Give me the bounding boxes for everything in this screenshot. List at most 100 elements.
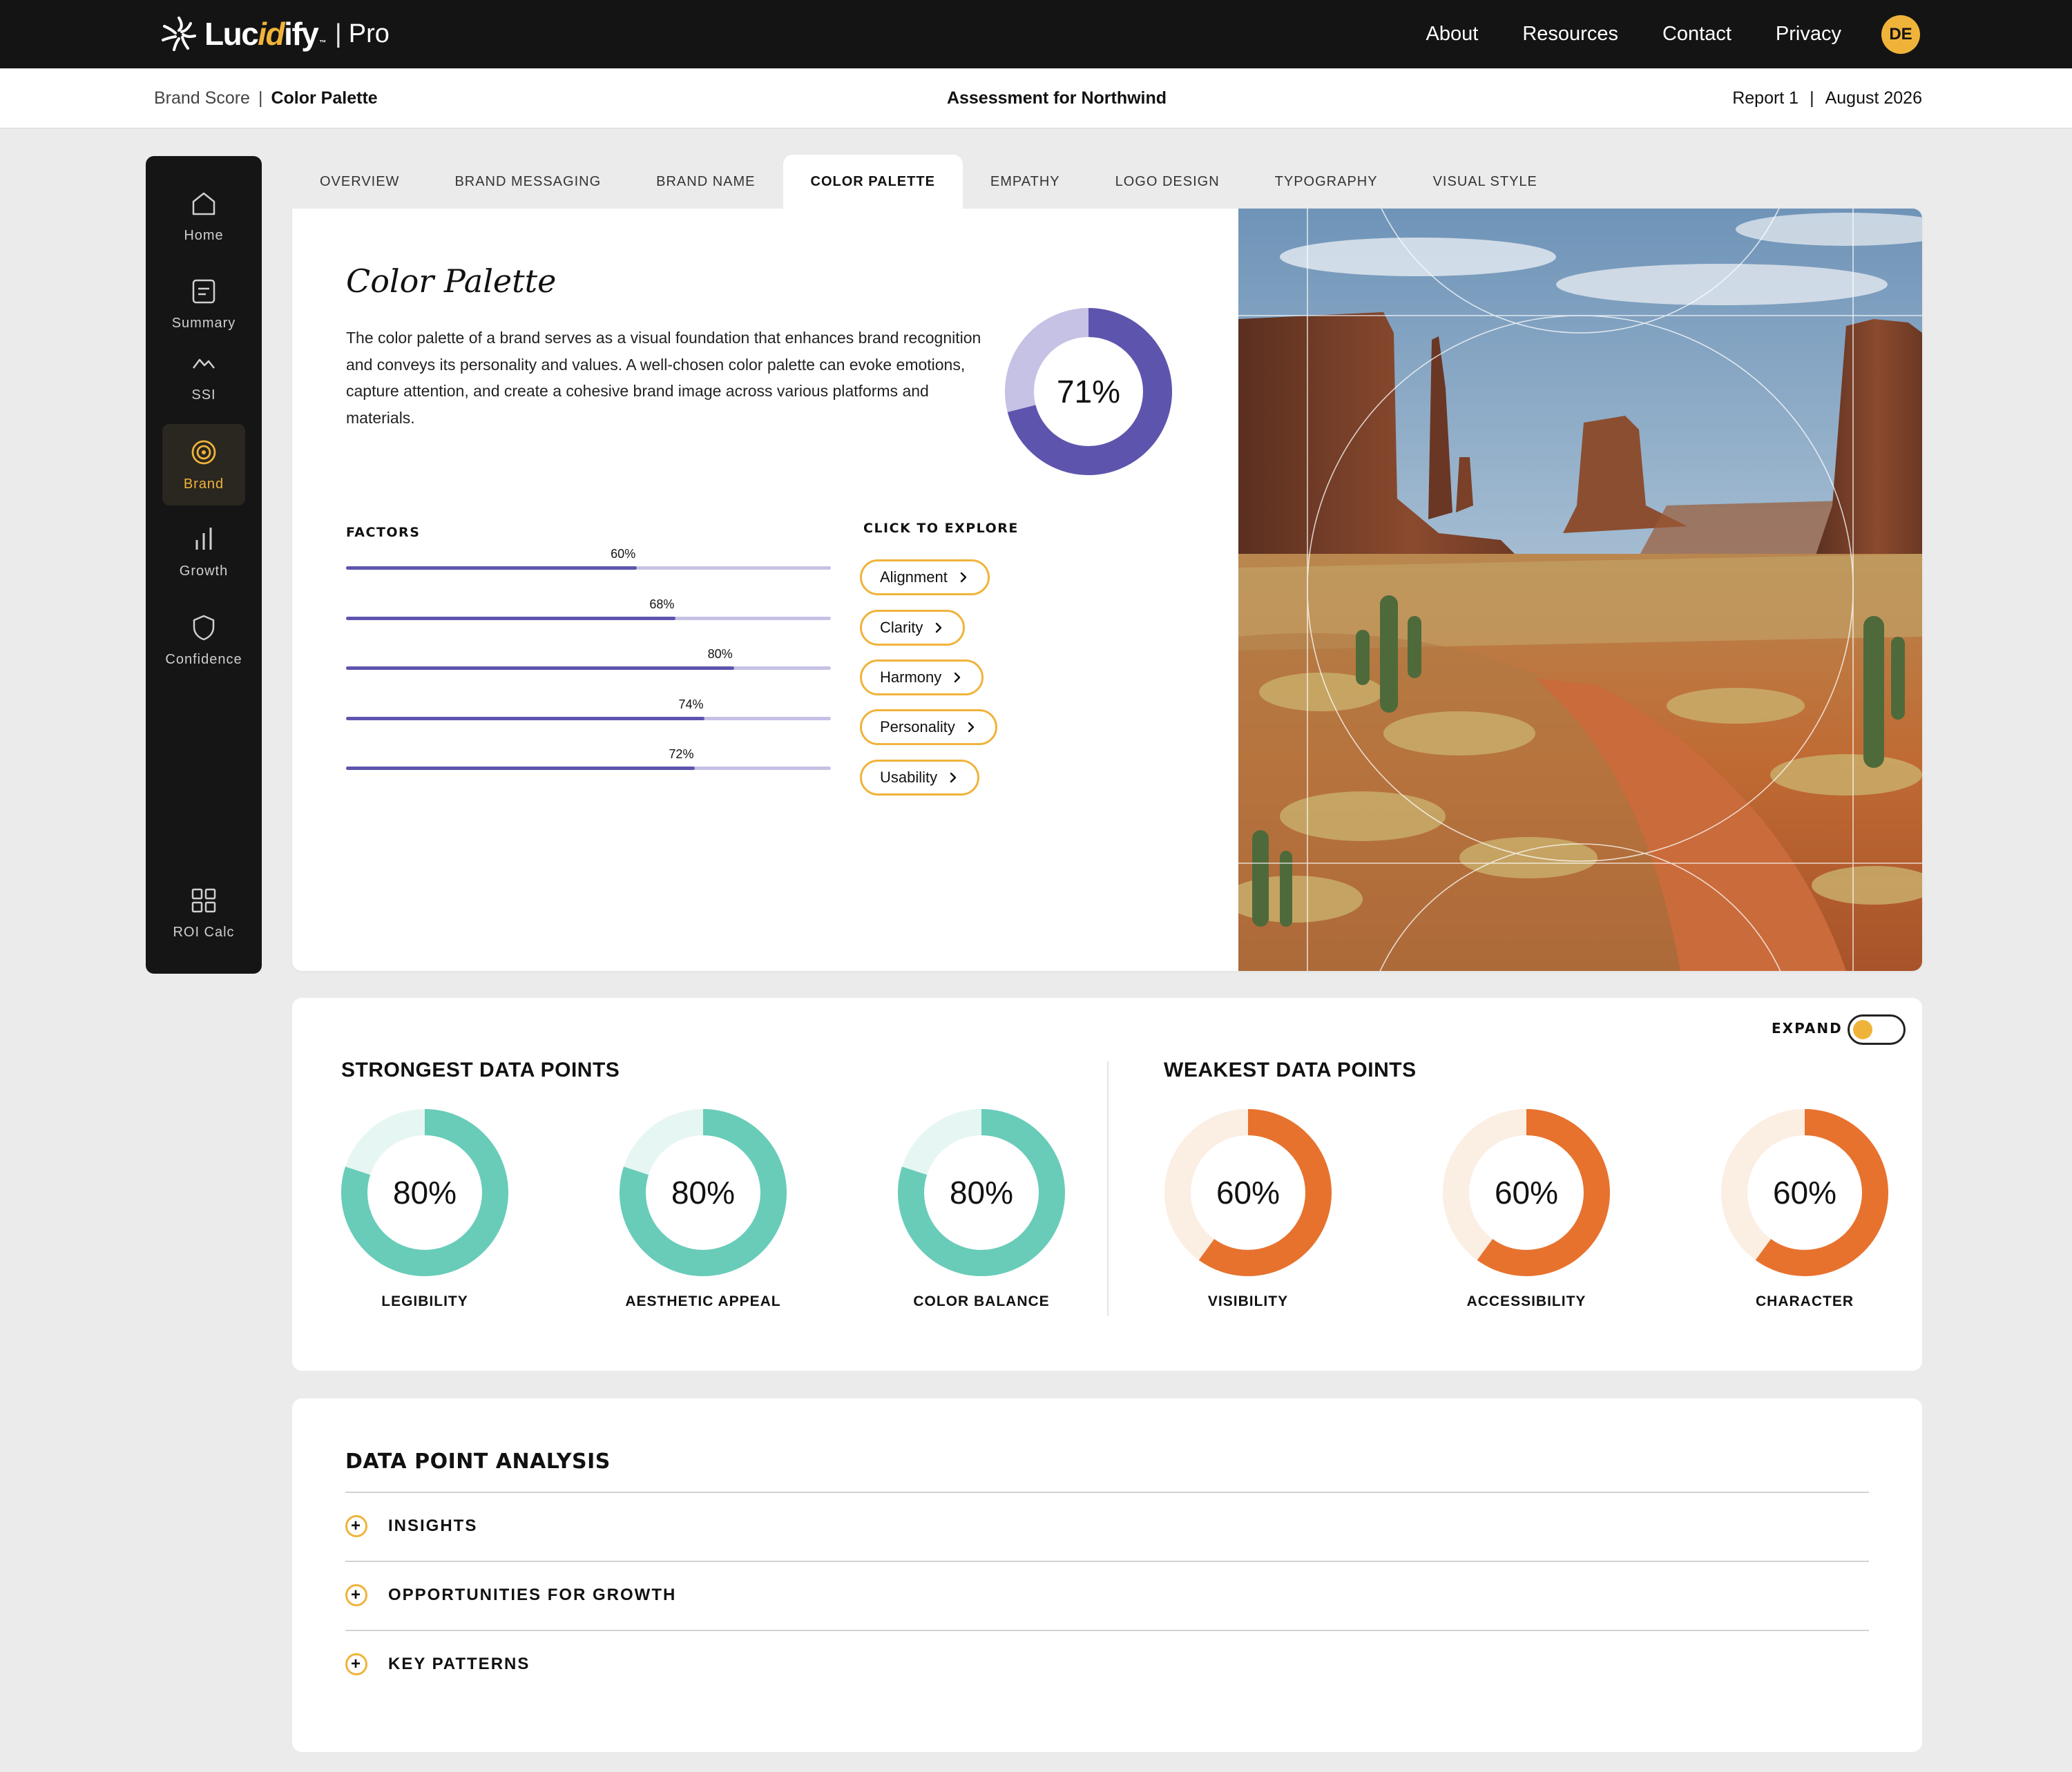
factor-bar: 60% [346, 542, 831, 570]
factor-bar-fill [346, 566, 637, 570]
chevron-right-icon [955, 672, 961, 683]
tab-logo-design[interactable]: LOGO DESIGN [1088, 155, 1247, 209]
sidebar-item-label: Confidence [165, 651, 242, 667]
data-point-character[interactable]: 60% CHARACTER [1720, 1108, 1889, 1309]
explore-clarity-button[interactable]: Clarity [860, 610, 966, 646]
data-point-analysis-card: DATA POINT ANALYSIS + INSIGHTS + OPPORTUNI… [292, 1398, 1922, 1752]
report-info: Report 1 | August 2026 [1732, 68, 1922, 128]
plus-circle-icon: + [345, 1515, 367, 1537]
nav-link-contact[interactable]: Contact [1662, 23, 1732, 46]
section-description: The color palette of a brand serves as a… [346, 329, 981, 427]
chevron-right-icon [936, 622, 942, 633]
section-title: Color Palette [346, 262, 557, 300]
factor-bar-fill [346, 666, 734, 670]
sidebar-item-home[interactable]: Home [162, 175, 245, 257]
nav-link-resources[interactable]: Resources [1522, 23, 1618, 46]
tab-visual-style[interactable]: VISUAL STYLE [1406, 155, 1565, 209]
divider [345, 1492, 1869, 1493]
user-avatar[interactable]: DE [1881, 15, 1920, 54]
logo-mark-icon [162, 17, 196, 51]
brand-logo[interactable]: Lucidify ™ | Pro [157, 10, 390, 58]
data-point-value: 80% [949, 1175, 1014, 1211]
sidebar-item-brand[interactable]: Brand [162, 424, 245, 505]
sidebar: Home Summary SSI Brand Growth Confidence… [146, 156, 262, 974]
data-point-value: 60% [1216, 1175, 1280, 1211]
accordion-label: KEY PATTERNS [388, 1655, 530, 1673]
sidebar-item-confidence[interactable]: Confidence [162, 599, 245, 681]
divider [345, 1630, 1869, 1631]
top-nav-links: About Resources Contact Privacy DE [1382, 0, 1920, 68]
plus-circle-icon: + [345, 1584, 367, 1606]
sidebar-item-label: Growth [179, 563, 229, 579]
accordion-insights[interactable]: + INSIGHTS [345, 1492, 477, 1561]
accordion-label: INSIGHTS [388, 1516, 478, 1535]
desert-landscape-image [1238, 209, 1922, 971]
tab-brand-name[interactable]: BRAND NAME [629, 155, 783, 209]
expand-toggle[interactable] [1848, 1014, 1906, 1045]
target-icon [191, 440, 216, 464]
explore-harmony-button[interactable]: Harmony [860, 659, 984, 695]
factor-bar-fill [346, 717, 705, 720]
report-label: Report 1 [1732, 88, 1799, 108]
column-divider [1107, 1061, 1109, 1316]
accordion-opportunities[interactable]: + OPPORTUNITIES FOR GROWTH [345, 1561, 676, 1630]
overall-score-value: 71% [1056, 374, 1121, 410]
explore-link-label: Harmony [880, 668, 942, 686]
factor-bar: 72% [346, 742, 831, 770]
bar-chart-icon [195, 527, 212, 550]
factor-value: 72% [669, 747, 694, 761]
chevron-right-icon [950, 772, 957, 783]
toggle-knob [1853, 1020, 1872, 1039]
data-point-label: COLOR BALANCE [913, 1293, 1050, 1309]
explore-alignment-button[interactable]: Alignment [860, 559, 990, 595]
factors-heading: FACTORS [346, 525, 421, 540]
factor-value: 74% [678, 697, 704, 711]
summary-icon [192, 279, 215, 303]
data-point-color-balance[interactable]: 80% COLOR BALANCE [897, 1108, 1066, 1309]
sidebar-item-growth[interactable]: Growth [162, 511, 245, 593]
explore-usability-button[interactable]: Usability [860, 760, 980, 796]
sidebar-item-label: ROI Calc [173, 924, 235, 940]
sidebar-item-summary[interactable]: Summary [162, 263, 245, 345]
factor-bar: 68% [346, 593, 831, 620]
data-point-label: ACCESSIBILITY [1466, 1293, 1586, 1309]
color-palette-card: Color Palette The color palette of a bra… [292, 209, 1922, 971]
plus-circle-icon: + [345, 1653, 367, 1675]
accordion-label: OPPORTUNITIES FOR GROWTH [388, 1586, 677, 1604]
explore-personality-button[interactable]: Personality [860, 709, 997, 745]
nav-link-privacy[interactable]: Privacy [1776, 23, 1841, 46]
explore-heading: CLICK TO EXPLORE [863, 521, 1019, 536]
explore-link-label: Clarity [880, 619, 923, 636]
tab-empathy[interactable]: EMPATHY [963, 155, 1088, 209]
tab-brand-messaging[interactable]: BRAND MESSAGING [427, 155, 629, 209]
factor-bar-fill [346, 767, 696, 770]
data-point-aesthetic-appeal[interactable]: 80% AESTHETIC APPEAL [619, 1108, 787, 1309]
tab-typography[interactable]: TYPOGRAPHY [1247, 155, 1406, 209]
factor-value: 60% [611, 547, 636, 561]
grid-icon [191, 888, 216, 912]
analysis-heading: DATA POINT ANALYSIS [345, 1450, 611, 1474]
weakest-heading: WEAKEST DATA POINTS [1164, 1059, 1417, 1081]
data-point-legibility[interactable]: 80% LEGIBILITY [340, 1108, 509, 1309]
data-point-label: AESTHETIC APPEAL [625, 1293, 781, 1309]
explore-link-label: Alignment [880, 568, 948, 586]
nav-link-about[interactable]: About [1426, 23, 1479, 46]
sidebar-item-ssi[interactable]: SSI [162, 341, 245, 410]
factor-value: 68% [649, 597, 675, 611]
ssi-icon [193, 358, 215, 369]
report-separator: | [1810, 88, 1814, 108]
sidebar-item-roi-calc[interactable]: ROI Calc [162, 872, 245, 954]
report-date: August 2026 [1825, 88, 1922, 108]
chevron-right-icon [968, 722, 975, 733]
tab-overview[interactable]: OVERVIEW [292, 155, 427, 209]
data-point-value: 80% [671, 1175, 736, 1211]
accordion-key-patterns[interactable]: + KEY PATTERNS [345, 1630, 530, 1699]
data-point-visibility[interactable]: 60% VISIBILITY [1164, 1108, 1332, 1309]
factor-value: 80% [707, 647, 733, 661]
strongest-heading: STRONGEST DATA POINTS [341, 1059, 620, 1081]
factor-bar: 80% [346, 642, 831, 670]
data-point-accessibility[interactable]: 60% ACCESSIBILITY [1442, 1108, 1611, 1309]
data-points-card: EXPAND STRONGEST DATA POINTS WEAKEST DAT… [292, 998, 1922, 1371]
product-name: | Pro [334, 19, 390, 48]
tab-color-palette[interactable]: COLOR PALETTE [783, 155, 963, 209]
